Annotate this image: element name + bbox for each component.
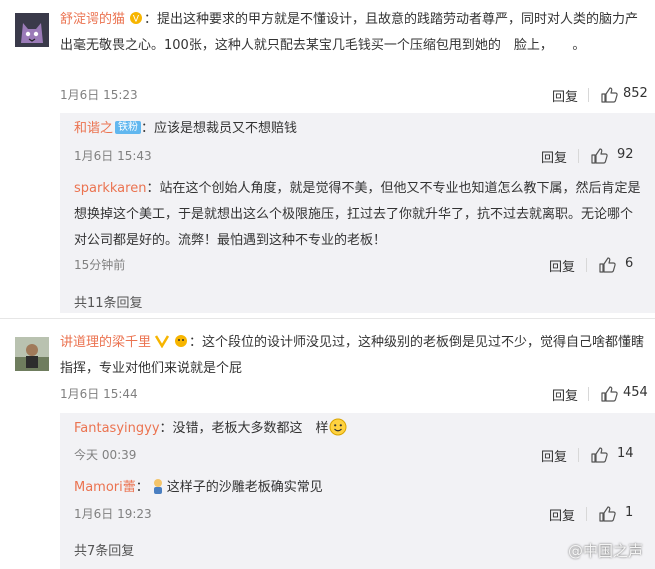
reply-body: 没错，老板大多数都这 样 xyxy=(172,421,329,436)
view-more-replies-link[interactable]: 共11条回复 xyxy=(74,292,143,311)
comment-username[interactable]: 讲道理的梁千里 xyxy=(60,335,151,350)
like-count: 852 xyxy=(623,86,648,101)
reply-time: 1月6日 19:23 xyxy=(74,507,152,521)
avatar[interactable] xyxy=(15,13,49,47)
comment-2: 讲道理的梁千里 ：这个段位的设计师没见过，这种级别的老板倒是见过不少，觉得自己啥都… xyxy=(0,319,655,569)
action-divider xyxy=(588,387,589,401)
thumbs-up-icon[interactable] xyxy=(591,148,608,164)
reply-button[interactable]: 回复 xyxy=(552,385,578,404)
thumbs-up-icon[interactable] xyxy=(601,87,618,103)
reply-time: 今天 00:39 xyxy=(74,448,137,462)
reply-username[interactable]: Mamori蕾 xyxy=(74,480,136,495)
comment-text: 舒淀谔的猫 V ：提出这种要求的甲方就是不懂设计，且故意的践踏劳动者尊严，同时对人类… xyxy=(60,12,639,53)
thumbs-up-icon[interactable] xyxy=(599,506,616,522)
action-divider xyxy=(578,149,579,163)
comment-1: 舒淀谔的猫 V ：提出这种要求的甲方就是不懂设计，且故意的践踏劳动者尊严，同时对人类… xyxy=(0,0,655,318)
reply-list: Fantasyingyy：没错，老板大多数都这 样 今天 00:39 回复 14… xyxy=(60,413,655,569)
fan-badge: 铁粉 xyxy=(115,121,142,134)
comment-time: 1月6日 15:44 xyxy=(60,387,138,401)
emoji-icon xyxy=(175,335,188,347)
reply-username[interactable]: 和谐之 xyxy=(74,121,113,136)
reply-time: 1月6日 15:43 xyxy=(74,149,152,163)
emoji-icon xyxy=(153,479,162,494)
thumbs-up-icon[interactable] xyxy=(591,447,608,463)
action-divider xyxy=(588,88,589,102)
like-count: 14 xyxy=(617,446,634,461)
reply-username[interactable]: Fantasyingyy xyxy=(74,421,160,436)
reply-button[interactable]: 回复 xyxy=(549,256,575,275)
reply-item: sparkkaren：站在这个创始人角度，就是觉得不美，但他又不专业也知道怎么教… xyxy=(74,181,641,248)
reply-button[interactable]: 回复 xyxy=(541,147,567,166)
reply-body: 站在这个创始人角度，就是觉得不美，但他又不专业也知道怎么教下属，然后肯定是想换掉… xyxy=(74,181,641,248)
reply-item: Mamori蕾： 这样子的沙雕老板确实常见 xyxy=(74,475,644,501)
watermark: @中国之声 xyxy=(567,542,643,560)
view-more-replies-link[interactable]: 共7条回复 xyxy=(74,540,134,559)
svg-text:V: V xyxy=(133,15,140,25)
thumbs-up-icon[interactable] xyxy=(601,386,618,402)
action-divider xyxy=(586,507,587,521)
smiley-icon xyxy=(329,418,347,436)
like-count: 92 xyxy=(617,147,634,162)
like-count: 1 xyxy=(625,505,634,520)
reply-username[interactable]: sparkkaren xyxy=(74,181,146,196)
reply-list: 和谐之 铁粉 ：应该是想裁员又不想赔钱 1月6日 15:43 回复 92 spark… xyxy=(60,113,655,313)
like-count: 6 xyxy=(625,256,634,271)
reply-body: 这样子的沙雕老板确实常见 xyxy=(166,480,323,495)
reply-button[interactable]: 回复 xyxy=(541,446,567,465)
comment-username[interactable]: 舒淀谔的猫 xyxy=(60,12,125,27)
like-count: 454 xyxy=(623,385,648,400)
action-divider xyxy=(578,448,579,462)
vip-icon: V xyxy=(130,12,143,25)
thumbs-up-icon[interactable] xyxy=(599,257,616,273)
comment-text: 讲道理的梁千里 ：这个段位的设计师没见过，这种级别的老板倒是见过不少，觉得自己啥都… xyxy=(60,335,645,376)
reply-body: 应该是想裁员又不想赔钱 xyxy=(154,121,298,136)
reply-button[interactable]: 回复 xyxy=(549,505,575,524)
action-divider xyxy=(586,258,587,272)
vip-icon xyxy=(154,335,170,348)
avatar[interactable] xyxy=(15,337,49,371)
comment-time: 1月6日 15:23 xyxy=(60,88,138,102)
reply-button[interactable]: 回复 xyxy=(552,86,578,105)
reply-time: 15分钟前 xyxy=(74,258,126,272)
reply-item: 和谐之 铁粉 ：应该是想裁员又不想赔钱 xyxy=(74,121,298,136)
reply-item: Fantasyingyy：没错，老板大多数都这 样 xyxy=(74,416,644,442)
